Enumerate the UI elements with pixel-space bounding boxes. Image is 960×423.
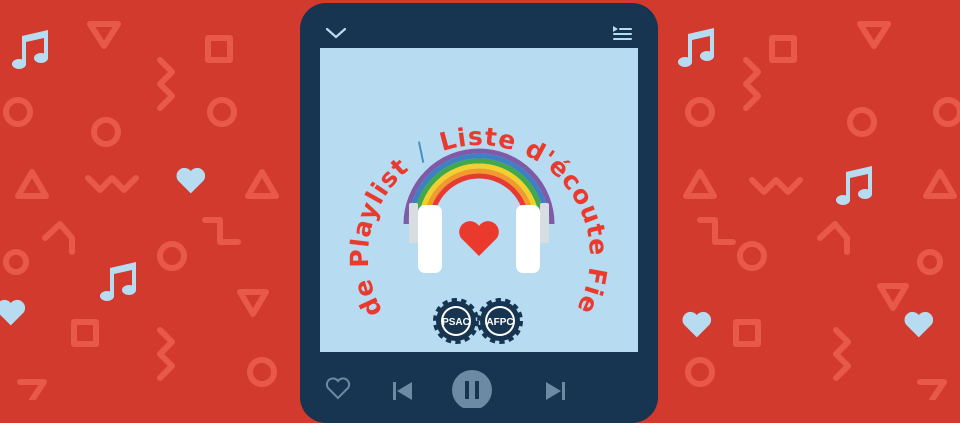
triangle-shape: [683, 169, 717, 199]
playback-controls: [325, 370, 565, 408]
zigzag-shape: [157, 57, 175, 111]
square-shape: [697, 217, 736, 245]
album-cover: Pride Playlist / Liste d'écoute Fierté: [320, 48, 638, 352]
circle-shape: [3, 97, 33, 127]
skip-previous-icon[interactable]: [393, 382, 412, 400]
heart-icon: [459, 221, 499, 256]
circle-shape: [685, 357, 715, 387]
zigzag-shape: [42, 221, 75, 255]
music-note-icon: [836, 166, 872, 205]
circle-shape: [685, 97, 715, 127]
triangle-shape: [877, 283, 909, 311]
triangle-shape: [245, 169, 279, 199]
triangle-shape: [17, 379, 47, 400]
circle-shape: [91, 117, 121, 147]
heart-icon: [682, 311, 712, 338]
zigzag-shape: [749, 177, 803, 195]
afpc-logo: AFPC: [477, 298, 523, 344]
title-french: Liste d'écoute Fierté: [320, 48, 613, 319]
heart-icon: [0, 299, 26, 326]
queue-icon[interactable]: [612, 25, 632, 43]
cover-title: Pride Playlist / Liste d'écoute Fierté: [320, 48, 613, 321]
psac-logo-text: PSAC: [442, 317, 470, 328]
zigzag-shape: [85, 175, 139, 193]
circle-shape: [207, 97, 237, 127]
psac-logo: PSAC: [433, 298, 479, 344]
title-separator: /: [410, 136, 432, 166]
music-note-icon: [100, 262, 136, 301]
afpc-logo-text: AFPC: [486, 317, 513, 328]
zigzag-shape: [157, 327, 175, 381]
circle-shape: [917, 249, 943, 275]
zigzag-shape: [833, 327, 851, 381]
music-note-icon: [678, 28, 714, 67]
zigzag-shape: [817, 221, 850, 255]
circle-shape: [933, 97, 960, 127]
heart-outline-icon[interactable]: [325, 377, 351, 400]
square-shape: [769, 35, 797, 63]
triangle-shape: [857, 21, 891, 49]
headphone-left-cup: [409, 203, 442, 273]
chevron-down-icon[interactable]: [324, 25, 348, 41]
zigzag-shape: [743, 57, 761, 111]
skip-next-icon[interactable]: [546, 382, 565, 400]
triangle-shape: [15, 169, 49, 199]
circle-shape: [847, 107, 877, 137]
square-shape: [71, 319, 99, 347]
triangle-shape: [237, 289, 269, 317]
triangle-shape: [923, 169, 957, 199]
pause-button[interactable]: [452, 370, 492, 408]
title-english: Pride Playlist: [320, 48, 414, 321]
circle-shape: [157, 241, 187, 271]
headphone-right-cup: [516, 203, 549, 273]
square-shape: [205, 35, 233, 63]
heart-icon: [904, 311, 934, 338]
square-shape: [733, 319, 761, 347]
circle-shape: [247, 357, 277, 387]
triangle-shape: [87, 21, 121, 49]
square-shape: [202, 217, 241, 245]
music-note-icon: [12, 30, 48, 69]
heart-icon: [176, 167, 206, 194]
triangle-shape: [917, 379, 947, 400]
phone-mockup: Pride Playlist / Liste d'écoute Fierté: [300, 3, 658, 423]
circle-shape: [3, 249, 29, 275]
circle-shape: [737, 241, 767, 271]
